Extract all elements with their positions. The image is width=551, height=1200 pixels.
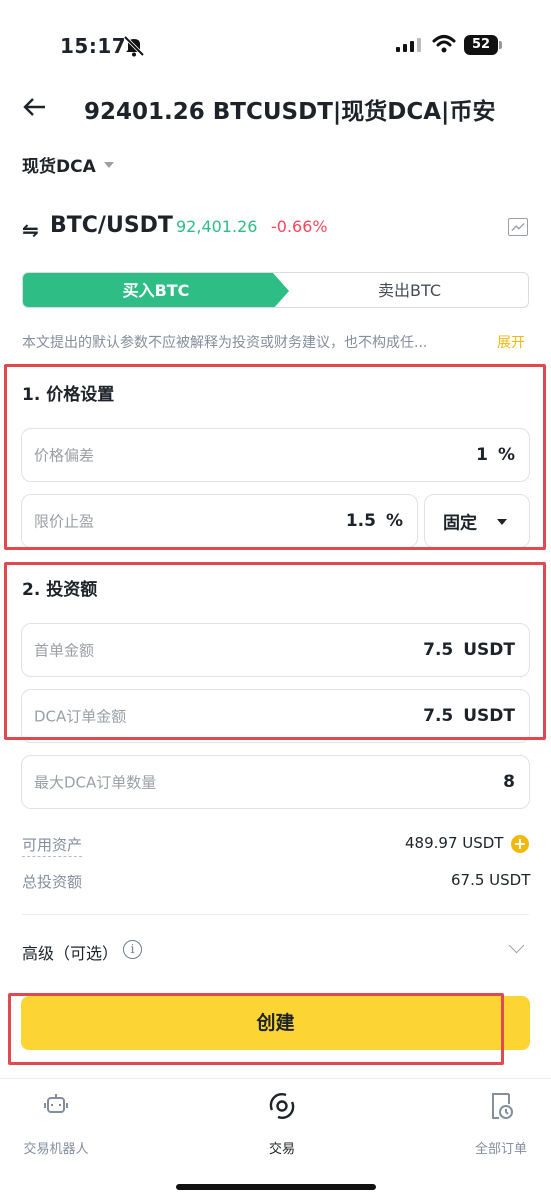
pair-change: -0.66%: [271, 217, 328, 236]
caret-down-icon: [103, 161, 114, 168]
battery-tip: [499, 41, 502, 49]
pair-price: 92,401.26: [176, 217, 258, 236]
nav-label: 交易机器人: [23, 1142, 89, 1157]
mode-select[interactable]: 现货DCA: [22, 152, 114, 177]
wifi-icon: [432, 35, 456, 53]
pair-symbol[interactable]: BTC/USDT: [50, 213, 173, 238]
home-indicator[interactable]: [176, 1184, 376, 1190]
battery-icon: 52: [464, 35, 498, 55]
robot-icon: [44, 1094, 68, 1113]
max-dca-orders-field[interactable]: 最大DCA订单数量 8: [21, 755, 530, 809]
bell-off-icon: [123, 35, 145, 57]
chart-icon[interactable]: [508, 218, 528, 236]
nav-label: 全部订单: [474, 1142, 527, 1157]
chevron-down-icon[interactable]: [508, 937, 525, 954]
swap-icon[interactable]: ⇋: [22, 218, 39, 242]
highlight-box-investment: [4, 562, 546, 740]
expand-link[interactable]: 展开: [497, 332, 525, 352]
tab-sell[interactable]: 卖出BTC: [289, 273, 528, 307]
trade-icon: [269, 1093, 295, 1119]
mode-select-label: 现货DCA: [22, 157, 96, 177]
nav-item-trade[interactable]: 交易: [222, 1090, 342, 1157]
highlight-box-create: [8, 993, 504, 1065]
available-assets-label[interactable]: 可用资产: [22, 834, 83, 857]
plus-icon[interactable]: +: [511, 835, 529, 853]
nav-label: 交易: [268, 1142, 295, 1157]
page-title: 92401.26 BTCUSDT|现货DCA|币安: [84, 99, 496, 125]
highlight-box-price-settings: [4, 364, 546, 550]
nav-item-all-orders[interactable]: 全部订单: [441, 1090, 551, 1157]
available-assets-value: 489.97 USDT: [405, 834, 504, 852]
status-time: 15:17: [60, 34, 127, 58]
nav-divider: [0, 1078, 551, 1079]
total-investment-value: 67.5 USDT: [451, 871, 531, 889]
info-icon[interactable]: i: [123, 940, 142, 959]
tab-buy[interactable]: 买入BTC: [23, 273, 289, 307]
max-dca-orders-label: 最大DCA订单数量: [34, 773, 157, 792]
advanced-options-label[interactable]: 高级（可选）: [22, 940, 118, 964]
max-dca-orders-value: 8: [503, 772, 515, 792]
orders-clock-icon: [492, 1093, 513, 1119]
buy-sell-tabs: 买入BTC 卖出BTC: [22, 272, 529, 308]
signal-icon: [396, 38, 421, 52]
total-investment-label: 总投资额: [22, 873, 83, 891]
disclaimer-text: 本文提出的默认参数不应被解释为投资或财务建议，也不构成任...: [22, 335, 428, 351]
divider: [22, 914, 529, 915]
back-arrow-icon[interactable]: [22, 94, 48, 120]
nav-item-trading-bots[interactable]: 交易机器人: [0, 1090, 116, 1157]
